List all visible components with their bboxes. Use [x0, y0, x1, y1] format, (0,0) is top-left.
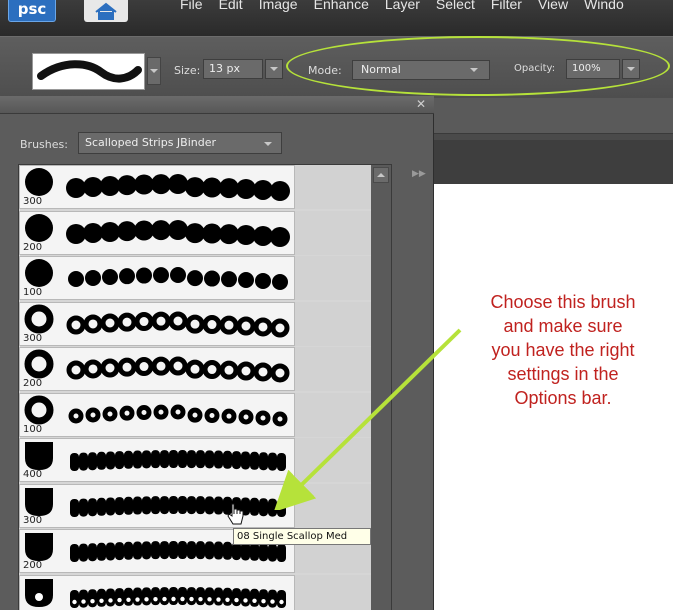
home-button[interactable] — [84, 0, 128, 22]
brush-size-label: 100 — [23, 287, 43, 298]
opacity-field[interactable]: 100% — [566, 59, 620, 79]
brush-stroke-sample — [66, 174, 290, 201]
menu-items: File Edit Image Enhance Layer Select Fil… — [180, 0, 640, 24]
panel-menu-icon[interactable]: ▶▶ — [412, 169, 426, 179]
brush-row[interactable]: 300 — [19, 165, 295, 209]
panel-titlebar[interactable]: ✕ — [0, 96, 434, 114]
brush-row[interactable] — [19, 574, 295, 610]
menu-window[interactable]: Windo — [584, 0, 624, 24]
brush-tip-icon — [25, 578, 53, 607]
menu-file[interactable]: File — [180, 0, 203, 24]
brush-stroke-sample — [66, 356, 290, 383]
brush-size-label: 400 — [23, 469, 43, 480]
menu-filter[interactable]: Filter — [491, 0, 522, 24]
mode-label: Mode: — [308, 64, 342, 77]
chevron-down-icon — [150, 69, 158, 73]
size-label: Size: — [174, 64, 201, 77]
options-bar: Size: 13 px Mode: Normal Opacity: 100% — [0, 36, 673, 98]
brush-row[interactable]: 200 — [19, 210, 295, 255]
chevron-down-icon — [270, 67, 278, 71]
home-icon — [95, 2, 117, 20]
menu-enhance[interactable]: Enhance — [314, 0, 369, 24]
menu-view[interactable]: View — [538, 0, 568, 24]
brush-row-bg — [295, 165, 371, 209]
menu-image[interactable]: Image — [259, 0, 298, 24]
annotation-line: Choose this brush — [490, 292, 636, 312]
brush-row-bg — [295, 574, 371, 610]
annotation-arrow — [273, 328, 462, 510]
brush-row[interactable]: 100 — [19, 392, 295, 437]
brush-stroke-sample — [70, 586, 286, 608]
opacity-slider-dropdown[interactable] — [622, 59, 640, 79]
brush-size-label: 200 — [23, 241, 43, 253]
annotation-text: Choose this brush and make sure you have… — [458, 290, 668, 410]
annotation-line: Options bar. — [514, 388, 612, 408]
close-icon[interactable]: ✕ — [416, 97, 426, 111]
menu-edit[interactable]: Edit — [219, 0, 243, 24]
size-field[interactable]: 13 px — [203, 59, 263, 79]
brush-stroke-preview — [37, 60, 142, 83]
menu-select[interactable]: Select — [436, 0, 475, 24]
canvas-ruler-area — [434, 140, 673, 184]
brush-stroke-sample — [70, 495, 286, 517]
brush-size-label: 200 — [23, 378, 43, 389]
chevron-down-icon — [264, 142, 272, 146]
brush-tooltip: 08 Single Scallop Med — [233, 528, 371, 545]
brush-row[interactable]: 300 — [19, 483, 295, 528]
annotation-line: and make sure — [503, 316, 623, 336]
menu-layer[interactable]: Layer — [385, 0, 420, 24]
scroll-up-button[interactable] — [373, 167, 389, 183]
brush-preview[interactable] — [32, 53, 145, 90]
brush-row[interactable]: 300 — [19, 301, 295, 346]
brush-row-bg — [295, 210, 371, 255]
brush-row-bg — [295, 256, 371, 300]
brush-size-label: 300 — [23, 514, 43, 526]
chevron-up-icon — [377, 173, 385, 177]
brush-row[interactable]: 200 — [19, 347, 295, 391]
chevron-down-icon — [470, 68, 478, 72]
annotation-line: you have the right — [491, 340, 635, 360]
brush-stroke-sample — [70, 450, 286, 471]
brush-stroke-sample — [68, 267, 288, 290]
annotation-line: settings in the — [507, 364, 619, 384]
brushes-label: Brushes: — [20, 138, 68, 151]
brush-size-label: 300 — [23, 196, 43, 207]
brush-size-label: 100 — [23, 423, 43, 435]
brush-library-select[interactable]: Scalloped Strips JBinder — [78, 132, 282, 154]
brush-stroke-sample — [68, 404, 288, 426]
brush-row[interactable]: 100 — [19, 256, 295, 300]
brush-stroke-sample — [66, 311, 290, 337]
hand-cursor-icon — [227, 503, 244, 525]
brush-stroke-sample — [66, 219, 290, 247]
brush-size-label: 300 — [23, 332, 43, 344]
document-tab-bar — [434, 98, 673, 134]
size-slider-dropdown[interactable] — [265, 59, 283, 79]
brush-row[interactable]: 400 — [19, 438, 295, 482]
brush-size-label: 200 — [23, 560, 43, 571]
brush-picker-dropdown[interactable] — [147, 57, 161, 85]
chevron-down-icon — [627, 67, 635, 71]
opacity-label: Opacity: — [514, 63, 556, 74]
menu-bar: psc File Edit Image Enhance Layer Select… — [0, 0, 673, 36]
app-logo[interactable]: psc — [8, 0, 56, 22]
